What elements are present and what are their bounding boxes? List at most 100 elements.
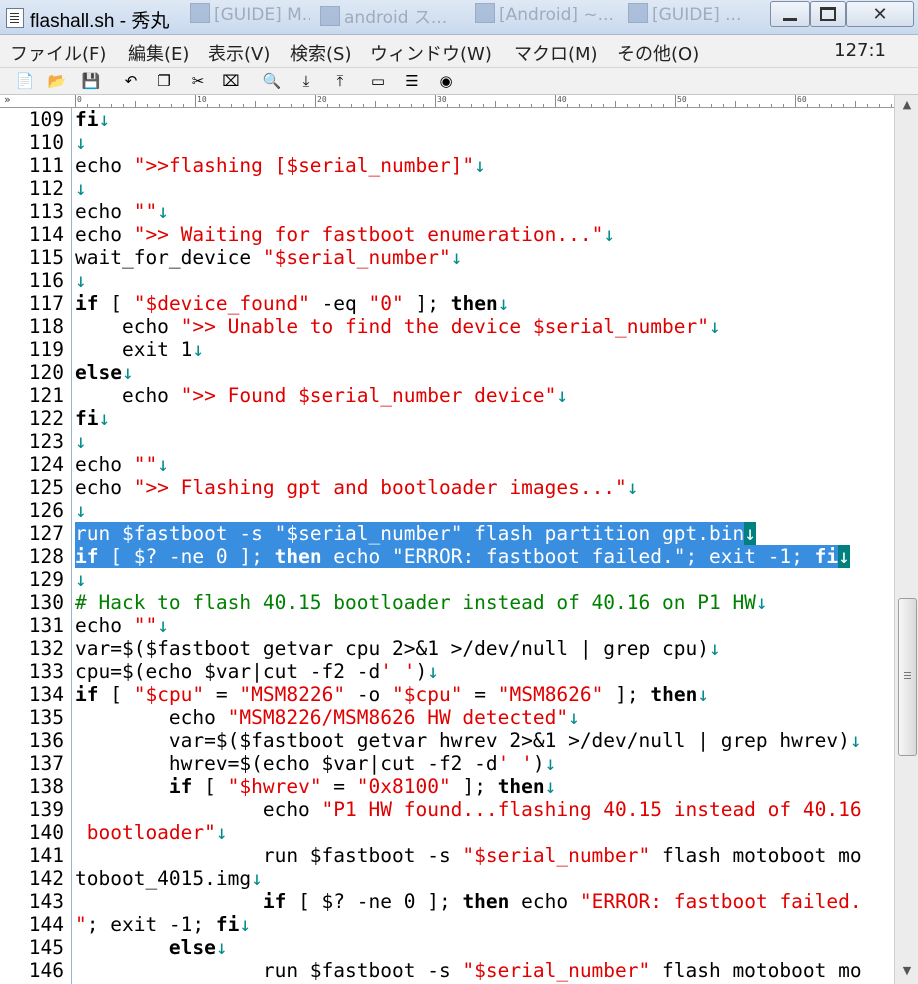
menu-file[interactable]: ファイル(F) (10, 40, 106, 66)
code-text[interactable]: if [ $? -ne 0 ]; then echo "ERROR: fastb… (75, 545, 850, 568)
code-text[interactable]: echo ">> Unable to find the device $seri… (75, 315, 721, 338)
code-text[interactable]: echo "MSM8226/MSM8626 HW detected"↓ (75, 706, 580, 729)
editor-line[interactable]: 115 wait_for_device "$serial_number"↓ (0, 246, 894, 269)
code-text[interactable]: echo ">>flashing [$serial_number]"↓ (75, 154, 486, 177)
editor-line[interactable]: 144 "; exit -1; fi↓ (0, 913, 894, 936)
code-text[interactable]: echo ""↓ (75, 614, 169, 637)
editor-line[interactable]: 114 echo ">> Waiting for fastboot enumera… (0, 223, 894, 246)
minimize-button[interactable] (770, 1, 810, 27)
close-button[interactable]: ✕ (846, 1, 914, 27)
scroll-down-icon[interactable]: ▼ (899, 963, 915, 979)
editor-line[interactable]: 130 # Hack to flash 40.15 bootloader inst… (0, 591, 894, 614)
paste-icon[interactable]: ⌧ (222, 72, 240, 90)
editor-line[interactable]: 138 if [ "$hwrev" = "0x8100" ]; then↓ (0, 775, 894, 798)
code-text[interactable]: ↓ (75, 568, 87, 591)
editor-line[interactable]: 141 run $fastboot -s "$serial_number" fl… (0, 844, 894, 867)
ruler-expand-icon[interactable]: » (4, 93, 11, 106)
editor-line[interactable]: 128 if [ $? -ne 0 ]; then echo "ERROR: fa… (0, 545, 894, 568)
code-text[interactable]: var=$($fastboot getvar cpu 2>&1 >/dev/nu… (75, 637, 721, 660)
editor-line[interactable]: 111 echo ">>flashing [$serial_number]"↓ (0, 154, 894, 177)
code-text[interactable]: if [ "$cpu" = "MSM8226" -o "$cpu" = "MSM… (75, 683, 709, 706)
copy-icon[interactable]: ❐ (155, 72, 173, 90)
background-tab[interactable]: [Android] ~... (475, 3, 625, 27)
editor-line[interactable]: 120 else↓ (0, 361, 894, 384)
menu-search[interactable]: 検索(S) (290, 40, 351, 66)
code-text[interactable]: if [ $? -ne 0 ]; then echo "ERROR: fastb… (75, 890, 862, 913)
background-tab[interactable]: [GUIDE] ... (628, 3, 768, 27)
editor-line[interactable]: 143 if [ $? -ne 0 ]; then echo "ERROR: f… (0, 890, 894, 913)
editor-line[interactable]: 132 var=$($fastboot getvar cpu 2>&1 >/dev… (0, 637, 894, 660)
code-text[interactable]: run $fastboot -s "$serial_number" flash … (75, 959, 862, 982)
code-text[interactable]: run $fastboot -s "$serial_number" flash … (75, 844, 862, 867)
window-split-icon[interactable]: ☰ (403, 72, 421, 90)
scrollbar-thumb[interactable] (898, 598, 917, 756)
new-file-icon[interactable]: 📄 (16, 72, 35, 90)
editor-line[interactable]: 121 echo ">> Found $serial_number device… (0, 384, 894, 407)
menu-view[interactable]: 表示(V) (208, 40, 270, 66)
code-text[interactable]: if [ "$device_found" -eq "0" ]; then↓ (75, 292, 509, 315)
editor-line[interactable]: 142 toboot_4015.img↓ (0, 867, 894, 890)
editor-line[interactable]: 110 ↓ (0, 131, 894, 154)
editor-line[interactable]: 140 bootloader"↓ (0, 821, 894, 844)
background-tab[interactable]: [GUIDE] M... (190, 3, 310, 27)
code-text[interactable]: var=$($fastboot getvar hwrev 2>&1 >/dev/… (75, 729, 862, 752)
code-text[interactable]: echo ""↓ (75, 200, 169, 223)
text-editor[interactable]: 109 fi↓ 110 ↓ 111 echo ">>flashing [$serial_n… (0, 108, 894, 984)
cut-icon[interactable]: ✂ (189, 72, 207, 90)
code-text[interactable]: cpu=$(echo $var|cut -f2 -d' ')↓ (75, 660, 439, 683)
menu-macro[interactable]: マクロ(M) (514, 40, 598, 66)
undo-icon[interactable]: ↶ (122, 72, 140, 90)
code-text[interactable]: echo ">> Waiting for fastboot enumeratio… (75, 223, 615, 246)
editor-line[interactable]: 137 hwrev=$(echo $var|cut -f2 -d' ')↓ (0, 752, 894, 775)
save-icon[interactable]: 💾 (82, 72, 101, 90)
editor-line[interactable]: 139 echo "P1 HW found...flashing 40.15 i… (0, 798, 894, 821)
code-text[interactable]: ↓ (75, 269, 87, 292)
code-text[interactable]: "; exit -1; fi↓ (75, 913, 251, 936)
vertical-scrollbar[interactable]: ▲ ▼ (894, 95, 918, 984)
editor-line[interactable]: 113 echo ""↓ (0, 200, 894, 223)
editor-line[interactable]: 127 run $fastboot -s "$serial_number" fla… (0, 522, 894, 545)
editor-line[interactable]: 145 else↓ (0, 936, 894, 959)
code-text[interactable]: ↓ (75, 499, 87, 522)
maximize-button[interactable] (810, 1, 846, 27)
code-text[interactable]: echo ">> Flashing gpt and bootloader ima… (75, 476, 639, 499)
code-text[interactable]: ↓ (75, 430, 87, 453)
code-text[interactable]: fi↓ (75, 108, 110, 131)
editor-line[interactable]: 112 ↓ (0, 177, 894, 200)
code-text[interactable]: # Hack to flash 40.15 bootloader instead… (75, 591, 768, 614)
editor-line[interactable]: 117 if [ "$device_found" -eq "0" ]; then↓ (0, 292, 894, 315)
editor-line[interactable]: 129 ↓ (0, 568, 894, 591)
code-text[interactable]: if [ "$hwrev" = "0x8100" ]; then↓ (75, 775, 556, 798)
scroll-up-icon[interactable]: ▲ (899, 97, 915, 113)
menu-edit[interactable]: 編集(E) (128, 40, 189, 66)
editor-line[interactable]: 124 echo ""↓ (0, 453, 894, 476)
code-text[interactable]: wait_for_device "$serial_number"↓ (75, 246, 462, 269)
editor-line[interactable]: 135 echo "MSM8226/MSM8626 HW detected"↓ (0, 706, 894, 729)
editor-line[interactable]: 122 fi↓ (0, 407, 894, 430)
editor-line[interactable]: 123 ↓ (0, 430, 894, 453)
help-icon[interactable]: ◉ (437, 72, 455, 90)
editor-line[interactable]: 119 exit 1↓ (0, 338, 894, 361)
menu-other[interactable]: その他(O) (617, 40, 699, 66)
code-text[interactable]: else↓ (75, 936, 228, 959)
code-text[interactable]: echo ">> Found $serial_number device"↓ (75, 384, 568, 407)
editor-line[interactable]: 118 echo ">> Unable to find the device $… (0, 315, 894, 338)
menu-window[interactable]: ウィンドウ(W) (370, 40, 492, 66)
code-text[interactable]: toboot_4015.img↓ (75, 867, 263, 890)
editor-line[interactable]: 133 cpu=$(echo $var|cut -f2 -d' ')↓ (0, 660, 894, 683)
editor-line[interactable]: 116 ↓ (0, 269, 894, 292)
code-text[interactable]: else↓ (75, 361, 134, 384)
editor-line[interactable]: 136 var=$($fastboot getvar hwrev 2>&1 >/… (0, 729, 894, 752)
code-text[interactable]: echo ""↓ (75, 453, 169, 476)
editor-line[interactable]: 134 if [ "$cpu" = "MSM8226" -o "$cpu" = "… (0, 683, 894, 706)
editor-line[interactable]: 109 fi↓ (0, 108, 894, 131)
search-icon[interactable]: 🔍 (263, 72, 282, 90)
editor-line[interactable]: 131 echo ""↓ (0, 614, 894, 637)
code-text[interactable]: run $fastboot -s "$serial_number" flash … (75, 522, 756, 545)
code-text[interactable]: echo "P1 HW found...flashing 40.15 inste… (75, 798, 862, 821)
code-text[interactable]: hwrev=$(echo $var|cut -f2 -d' ')↓ (75, 752, 556, 775)
editor-line[interactable]: 125 echo ">> Flashing gpt and bootloader … (0, 476, 894, 499)
editor-line[interactable]: 126 ↓ (0, 499, 894, 522)
grep-icon[interactable]: ▭ (369, 72, 387, 90)
background-tab[interactable]: android ス... (320, 3, 460, 27)
